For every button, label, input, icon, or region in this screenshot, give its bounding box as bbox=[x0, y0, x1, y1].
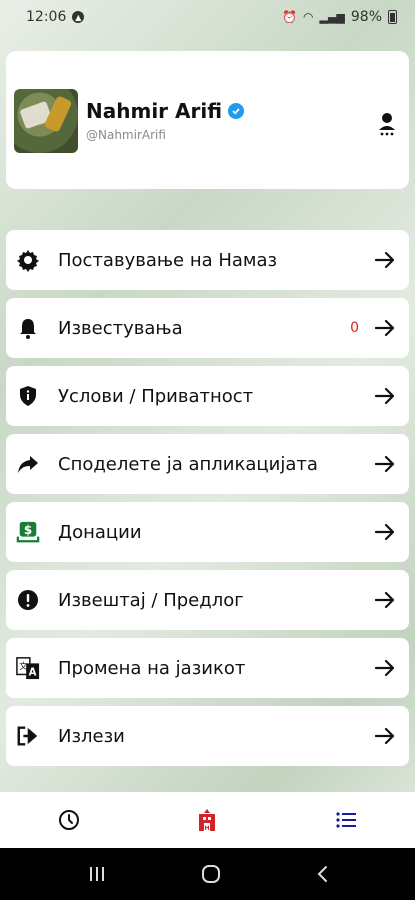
svg-text:$: $ bbox=[24, 523, 32, 537]
home-button[interactable] bbox=[200, 863, 222, 885]
tab-home[interactable]: H bbox=[187, 800, 227, 840]
profile-name-row: Nahmir Arifi bbox=[86, 99, 245, 123]
arrow-right-icon bbox=[374, 659, 395, 677]
alert-icon bbox=[16, 588, 40, 612]
menu-item-report-suggestion[interactable]: Извештај / Предлог bbox=[6, 570, 409, 630]
settings-menu: Поставување на Намаз Известувања 0 Услов… bbox=[6, 230, 409, 774]
menu-item-prayer-settings[interactable]: Поставување на Намаз bbox=[6, 230, 409, 290]
status-time: 12:06 bbox=[26, 9, 67, 25]
tab-menu[interactable] bbox=[326, 800, 366, 840]
menu-item-logout[interactable]: Излези bbox=[6, 706, 409, 766]
alarm-icon: ⏰ bbox=[282, 10, 297, 24]
list-icon bbox=[336, 812, 356, 828]
battery-percent: 98% bbox=[350, 9, 382, 25]
donation-icon: $ bbox=[16, 520, 40, 544]
tab-prayer-times[interactable] bbox=[49, 800, 89, 840]
menu-item-label: Извештај / Предлог bbox=[58, 589, 244, 611]
arrow-right-icon bbox=[374, 387, 395, 405]
bell-icon bbox=[16, 316, 40, 340]
status-bar: 12:06 ▲ ⏰ ◠ ▂▄▆ 98% bbox=[0, 0, 415, 34]
svg-text:H: H bbox=[205, 825, 210, 832]
menu-item-label: Промена на јазикот bbox=[58, 657, 246, 679]
battery-icon bbox=[388, 10, 397, 24]
menu-item-label: Донации bbox=[58, 521, 142, 543]
share-icon bbox=[16, 452, 40, 476]
menu-item-label: Услови / Приватност bbox=[58, 385, 254, 407]
logout-icon bbox=[16, 724, 40, 748]
translate-icon: 文A bbox=[16, 656, 40, 680]
clock-icon bbox=[59, 810, 80, 830]
menu-item-change-language[interactable]: 文A Промена на јазикот bbox=[6, 638, 409, 698]
account-settings-button[interactable] bbox=[377, 111, 397, 137]
arrow-right-icon bbox=[374, 523, 395, 541]
profile-handle: @NahmirArifi bbox=[86, 128, 166, 142]
bottom-navigation: H bbox=[0, 792, 415, 848]
app-notification-icon: ▲ bbox=[72, 11, 85, 23]
recent-apps-button[interactable] bbox=[87, 865, 107, 883]
arrow-right-icon bbox=[374, 455, 395, 473]
menu-item-donations[interactable]: $ Донации bbox=[6, 502, 409, 562]
profile-card: Nahmir Arifi @NahmirArifi bbox=[6, 51, 409, 189]
menu-item-terms-privacy[interactable]: Услови / Приватност bbox=[6, 366, 409, 426]
arrow-right-icon bbox=[374, 251, 395, 269]
avatar[interactable] bbox=[14, 89, 78, 153]
menu-item-notifications[interactable]: Известувања 0 bbox=[6, 298, 409, 358]
mosque-icon: H bbox=[199, 809, 216, 832]
signal-icon: ▂▄▆ bbox=[319, 10, 345, 24]
user-icon bbox=[379, 113, 395, 136]
gear-icon bbox=[16, 248, 40, 272]
menu-item-label: Известувања bbox=[58, 317, 183, 339]
wifi-icon: ◠ bbox=[303, 10, 314, 24]
menu-item-label: Споделете ја апликацијата bbox=[58, 453, 318, 475]
menu-item-label: Поставување на Намаз bbox=[58, 249, 278, 271]
menu-item-share-app[interactable]: Споделете ја апликацијата bbox=[6, 434, 409, 494]
arrow-right-icon bbox=[374, 319, 395, 337]
notification-count-badge: 0 bbox=[350, 320, 359, 336]
arrow-right-icon bbox=[374, 727, 395, 745]
system-navigation-bar bbox=[0, 848, 415, 900]
verified-icon bbox=[228, 103, 245, 119]
profile-name: Nahmir Arifi bbox=[86, 99, 223, 123]
svg-text:A: A bbox=[29, 667, 37, 678]
shield-icon bbox=[16, 384, 40, 408]
back-button[interactable] bbox=[315, 864, 329, 884]
menu-item-label: Излези bbox=[58, 725, 125, 747]
arrow-right-icon bbox=[374, 591, 395, 609]
